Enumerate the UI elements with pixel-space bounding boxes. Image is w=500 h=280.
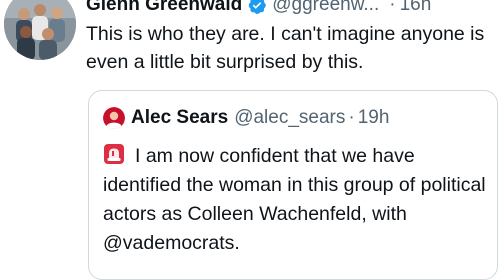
author-name[interactable]: Glenn Greenwald — [86, 0, 242, 16]
quoted-tweet[interactable]: Alec Sears @alec_sears · 19h I am now co… — [88, 90, 498, 280]
tweet-text: This is who they are. I can't imagine an… — [86, 23, 485, 73]
verified-badge-icon — [247, 0, 267, 15]
police-siren-icon — [103, 143, 125, 165]
quoted-author-avatar[interactable] — [103, 107, 125, 129]
quoted-tweet-header: Alec Sears @alec_sears · 19h — [103, 106, 389, 130]
quoted-tweet-body: I am now confident that we have identifi… — [103, 142, 487, 258]
quoted-author-handle[interactable]: @alec_sears — [234, 107, 345, 129]
quoted-tweet-text: I am now confident that we have identifi… — [103, 145, 486, 254]
quoted-author-name[interactable]: Alec Sears — [131, 107, 228, 129]
author-avatar[interactable] — [4, 0, 76, 60]
tweet[interactable]: Glenn Greenwald @ggreenw... · 16h This i… — [0, 0, 500, 280]
tweet-header: Glenn Greenwald @ggreenw... · 16h — [86, 0, 431, 16]
header-separator: · — [389, 0, 396, 15]
author-handle[interactable]: @ggreenw... — [272, 0, 379, 16]
group-photo-image — [4, 0, 76, 60]
quoted-tweet-timestamp[interactable]: 19h — [358, 107, 390, 129]
quoted-header-separator: · — [348, 107, 355, 128]
tweet-timestamp[interactable]: 16h — [400, 0, 432, 16]
